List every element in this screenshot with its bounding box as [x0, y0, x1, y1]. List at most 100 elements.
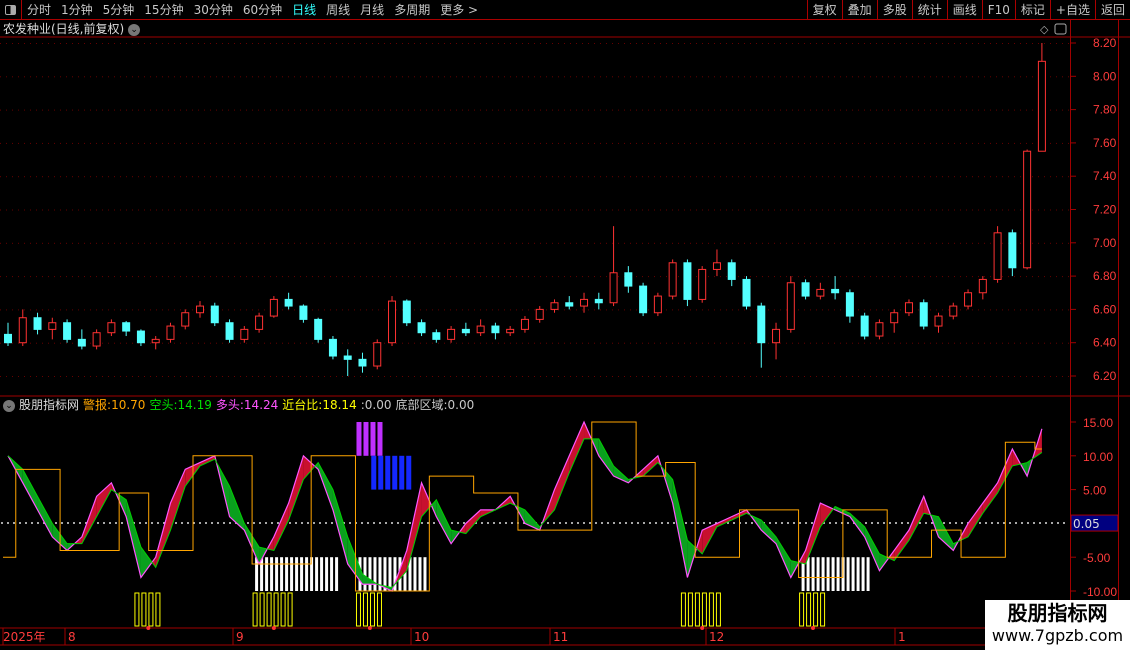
grid-dot — [162, 142, 163, 144]
grid-dot — [570, 242, 571, 244]
grid-dot — [180, 276, 181, 278]
grid-dot — [660, 43, 661, 44]
marker-dot — [810, 626, 815, 630]
grid-dot — [456, 342, 457, 344]
grid-dot — [216, 142, 217, 144]
grid-dot — [408, 342, 409, 344]
grid-dot — [258, 176, 259, 178]
grid-dot — [624, 176, 625, 178]
grid-dot — [648, 76, 649, 78]
bottom-zone-bar — [826, 557, 830, 591]
grid-dot — [1032, 376, 1033, 377]
grid-dot — [312, 43, 313, 44]
grid-dot — [918, 142, 919, 144]
grid-dot — [318, 209, 319, 211]
grid-dot — [798, 209, 799, 211]
grid-dot — [330, 242, 331, 244]
zero-dot-line — [109, 522, 111, 525]
grid-dot — [1068, 142, 1069, 144]
grid-dot — [252, 342, 253, 344]
grid-dot — [78, 43, 79, 44]
zero-dot-line — [19, 522, 21, 525]
grid-dot — [900, 76, 901, 78]
chart-area[interactable]: ◇8.208.007.807.607.407.207.006.806.606.4… — [0, 0, 1130, 650]
grid-dot — [258, 276, 259, 278]
candle-body — [225, 322, 234, 340]
zero-dot-line — [667, 522, 669, 525]
grid-dot — [132, 109, 133, 111]
grid-dot — [978, 76, 979, 78]
grid-dot — [978, 142, 979, 144]
grid-dot — [426, 176, 427, 178]
grid-dot — [12, 209, 13, 211]
grid-dot — [168, 209, 169, 211]
grid-dot — [0, 242, 1, 244]
grid-dot — [606, 76, 607, 78]
grid-dot — [696, 76, 697, 78]
grid-dot — [996, 342, 997, 344]
grid-dot — [474, 43, 475, 44]
grid-dot — [894, 342, 895, 344]
grid-dot — [252, 376, 253, 377]
grid-dot — [456, 109, 457, 111]
grid-dot — [954, 376, 955, 377]
grid-dot — [1068, 109, 1069, 111]
grid-dot — [492, 376, 493, 377]
grid-dot — [672, 376, 673, 377]
grid-dot — [978, 209, 979, 211]
grid-dot — [36, 309, 37, 311]
grid-dot — [540, 109, 541, 111]
grid-dot — [360, 109, 361, 111]
grid-dot — [60, 342, 61, 344]
grid-dot — [78, 142, 79, 144]
grid-dot — [354, 209, 355, 211]
bottom-zone-bar — [856, 557, 860, 591]
grid-dot — [474, 309, 475, 311]
grid-dot — [156, 309, 157, 311]
grid-dot — [48, 43, 49, 44]
grid-dot — [324, 209, 325, 211]
grid-dot — [738, 176, 739, 178]
grid-dot — [924, 76, 925, 78]
grid-dot — [162, 276, 163, 278]
grid-dot — [408, 76, 409, 78]
zero-dot-line — [703, 522, 705, 525]
grid-dot — [516, 109, 517, 111]
grid-dot — [6, 76, 7, 78]
grid-dot — [126, 276, 127, 278]
grid-dot — [630, 176, 631, 178]
grid-dot — [972, 76, 973, 78]
grid-dot — [144, 76, 145, 78]
grid-dot — [18, 142, 19, 144]
grid-dot — [192, 43, 193, 44]
zero-dot-line — [865, 522, 867, 525]
grid-dot — [186, 76, 187, 78]
grid-dot — [474, 242, 475, 244]
grid-dot — [732, 242, 733, 244]
grid-dot — [552, 109, 553, 111]
zero-dot-line — [643, 522, 645, 525]
zero-dot-line — [697, 522, 699, 525]
grid-dot — [288, 142, 289, 144]
zero-dot-line — [985, 522, 987, 525]
grid-dot — [666, 142, 667, 144]
grid-dot — [918, 176, 919, 178]
grid-dot — [666, 176, 667, 178]
signal-marker — [362, 592, 368, 627]
grid-dot — [180, 342, 181, 344]
grid-dot — [168, 309, 169, 311]
grid-dot — [594, 209, 595, 211]
grid-dot — [36, 242, 37, 244]
grid-dot — [90, 276, 91, 278]
zero-dot-line — [775, 522, 777, 525]
grid-dot — [750, 309, 751, 311]
signal-marker — [134, 592, 140, 627]
blue-bar — [371, 455, 377, 490]
zero-dot-line — [901, 522, 903, 525]
grid-dot — [1020, 209, 1021, 211]
grid-dot — [498, 376, 499, 377]
grid-dot — [306, 176, 307, 178]
candle-body — [284, 298, 293, 307]
grid-dot — [1056, 76, 1057, 78]
grid-dot — [42, 142, 43, 144]
